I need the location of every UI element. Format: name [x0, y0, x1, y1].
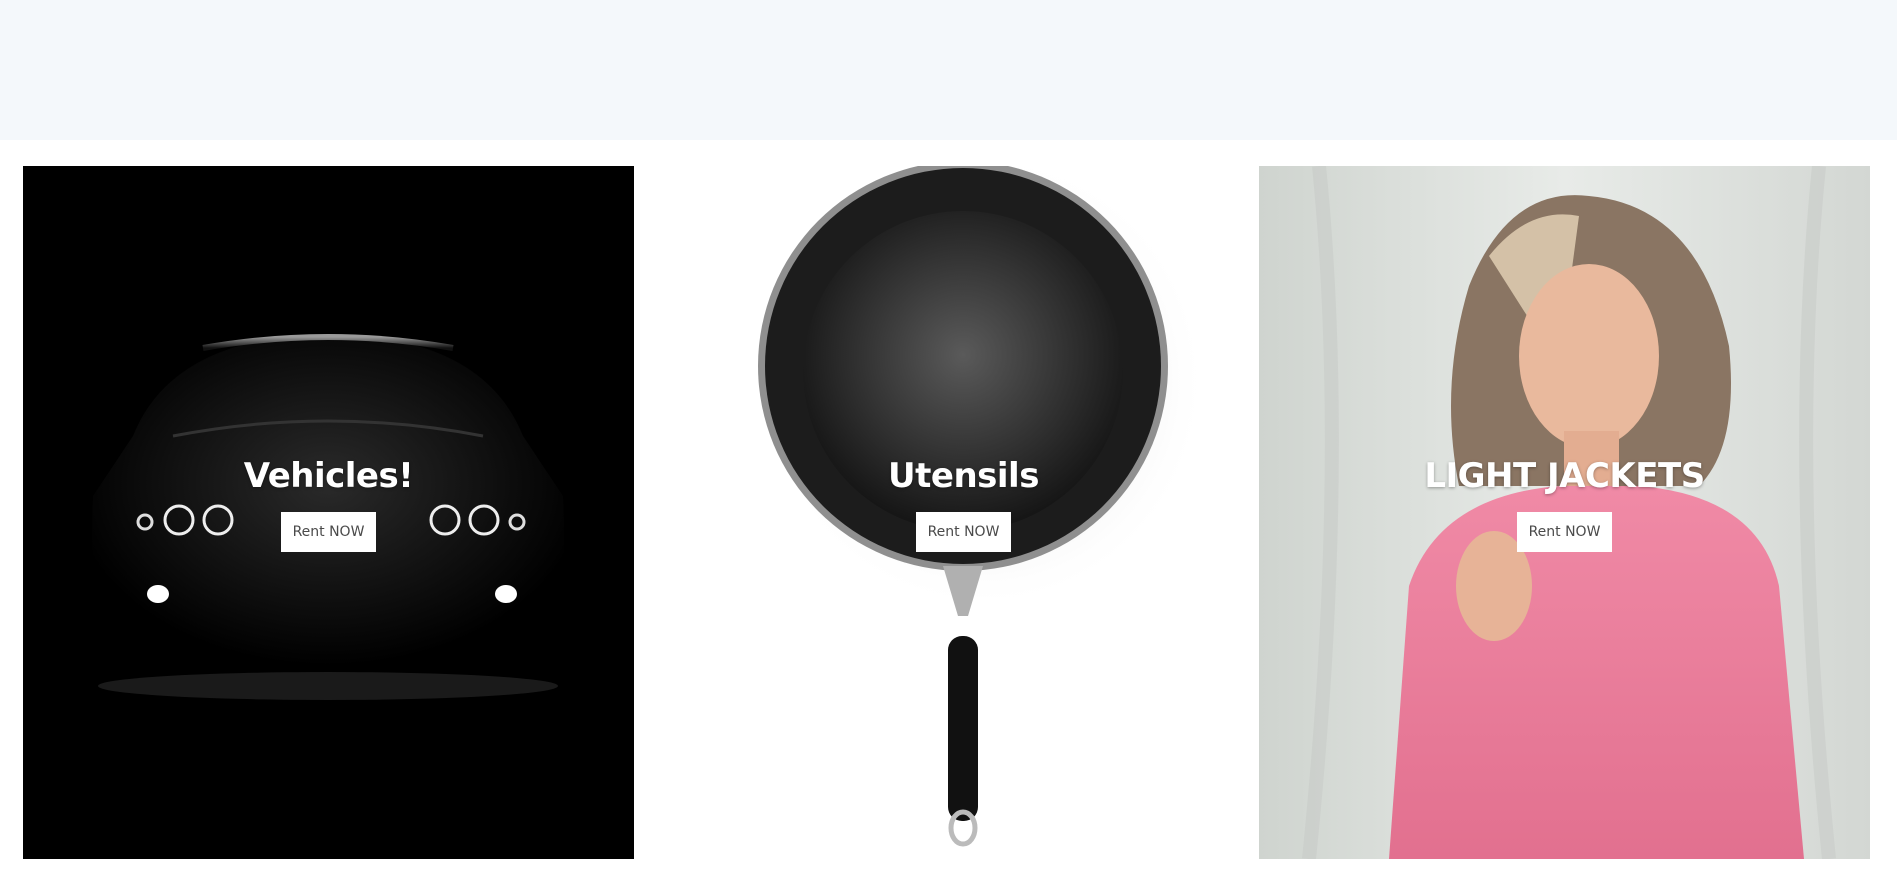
header-band	[0, 0, 1897, 140]
card-title: LIGHT JACKETS	[1424, 456, 1705, 496]
card-title: Utensils	[888, 456, 1039, 496]
card-overlay: Utensils Rent NOW	[658, 456, 1269, 552]
card-overlay: LIGHT JACKETS Rent NOW	[1259, 456, 1870, 552]
card-overlay: Vehicles! Rent NOW	[23, 456, 634, 552]
card-title: Vehicles!	[243, 456, 414, 496]
category-card-utensils[interactable]: Utensils Rent NOW	[658, 166, 1269, 859]
category-card-light-jackets[interactable]: LIGHT JACKETS Rent NOW	[1259, 166, 1870, 859]
rent-now-button[interactable]: Rent NOW	[280, 512, 377, 552]
category-card-vehicles[interactable]: Vehicles! Rent NOW	[23, 166, 634, 859]
rent-now-button[interactable]: Rent NOW	[915, 512, 1012, 552]
rent-now-button[interactable]: Rent NOW	[1516, 512, 1613, 552]
